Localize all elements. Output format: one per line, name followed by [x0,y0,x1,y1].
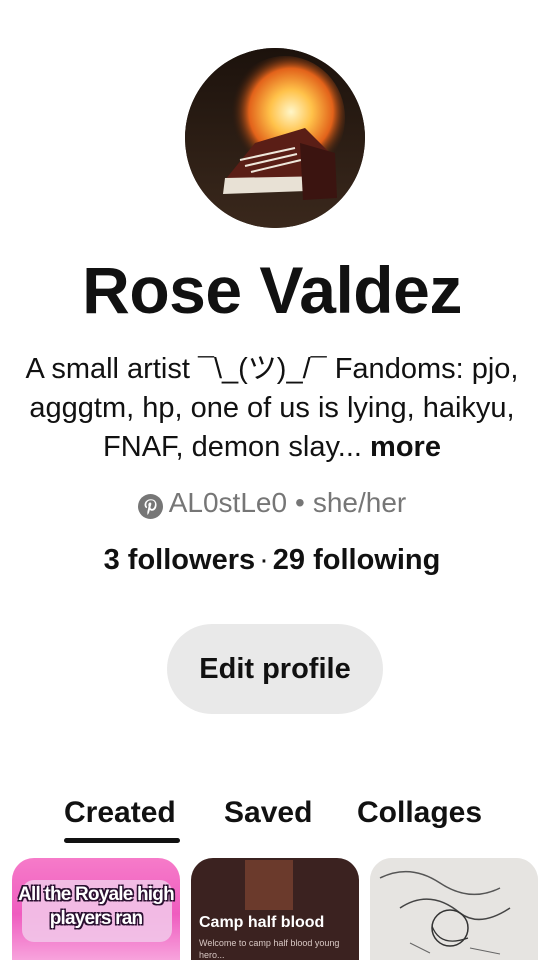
active-tab-indicator [64,838,180,843]
following-count[interactable]: 29 following [273,544,441,576]
pin-card[interactable] [370,858,538,960]
bio-text: A small artist ¯\_(ツ)_/¯ Fandoms: pjo, a… [25,353,519,463]
pin-card[interactable]: Camp half blood Welcome to camp half blo… [191,858,359,960]
pin-text-line2: players ran [49,908,143,929]
edit-profile-button[interactable]: Edit profile [167,624,383,714]
pin-image [245,860,293,910]
follow-separator: · [259,544,269,576]
follow-stats: 3 followers · 29 following [0,540,544,580]
meta-separator: • [295,487,305,518]
profile-meta: AL0stLe0 • she/her [0,484,544,522]
pin-text-line1: All the Royale high [18,884,175,905]
bio-more-link[interactable]: more [370,431,441,463]
profile-bio: A small artist ¯\_(ツ)_/¯ Fandoms: pjo, a… [16,350,528,467]
pencil-sketch-image [370,858,538,960]
pin-subtitle: Welcome to camp half blood young hero... [199,938,340,960]
tab-collages[interactable]: Collages [357,790,482,836]
followers-count[interactable]: 3 followers [104,544,256,576]
profile-avatar[interactable] [185,48,365,228]
profile-tabs: Created Saved Collages [0,790,544,850]
tab-saved[interactable]: Saved [224,790,312,836]
tab-created[interactable]: Created [64,790,176,836]
profile-name: Rose Valdez [82,253,462,327]
profile-pronouns: she/her [312,487,407,518]
pinterest-icon [137,491,163,519]
profile-username[interactable]: AL0stLe0 [169,484,287,522]
pin-title: Camp half blood [199,914,325,931]
pin-card[interactable]: All the Royale high players ran [12,858,180,960]
